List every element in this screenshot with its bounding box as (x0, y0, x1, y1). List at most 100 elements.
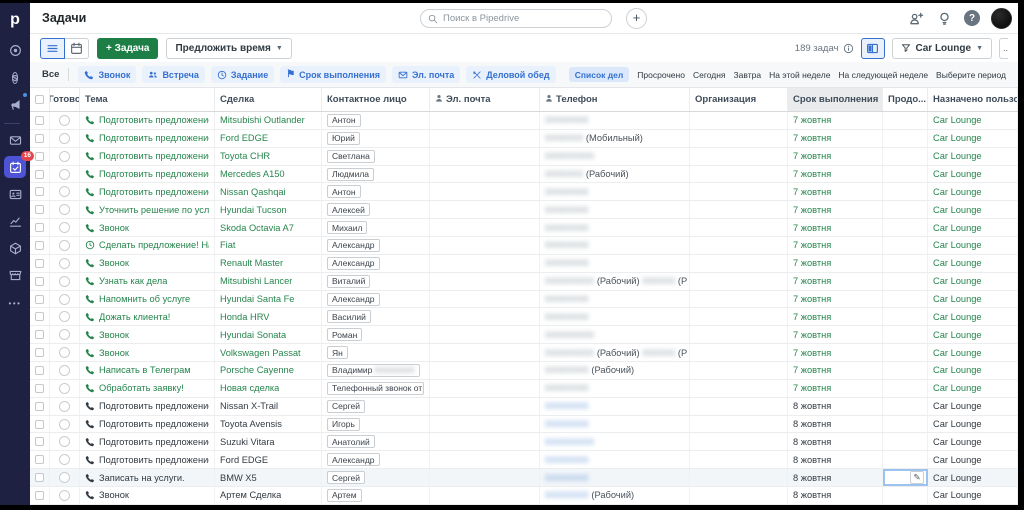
deal-link[interactable]: Mitsubishi Outlander (220, 115, 305, 125)
task-subject-link[interactable]: Подготовить предложение... (99, 169, 209, 179)
mark-done-button[interactable] (59, 364, 70, 376)
row-checkbox[interactable] (35, 205, 44, 215)
task-subject-link[interactable]: Подготовить предложение... (99, 455, 209, 465)
deal-link[interactable]: Porsche Cayenne (220, 365, 294, 375)
contact-chip[interactable]: Владимир 00000000 (327, 363, 420, 377)
time-filter-3[interactable]: Завтра (734, 70, 762, 80)
deal-link[interactable]: Honda HRV (220, 312, 269, 322)
row-checkbox[interactable] (35, 169, 44, 179)
deal-link[interactable]: Toyota Avensis (220, 419, 282, 429)
contact-chip[interactable]: Сергей (327, 399, 365, 413)
deal-link[interactable]: Hyundai Tucson (220, 205, 287, 215)
mark-done-button[interactable] (59, 150, 70, 162)
contact-chip[interactable]: Александр (327, 238, 380, 252)
type-chip-3[interactable]: ⚑ Срок выполнения (280, 66, 386, 83)
contact-chip[interactable]: Анатолий (327, 435, 375, 449)
header-org[interactable]: Организация (690, 88, 788, 111)
time-filter-4[interactable]: На этой неделе (769, 70, 830, 80)
deal-link[interactable]: Hyundai Sonata (220, 330, 286, 340)
phone-number-masked[interactable]: 00000000 (545, 490, 589, 500)
header-contact[interactable]: Контактное лицо (322, 88, 430, 111)
phone-number-masked[interactable]: 000000 (640, 276, 676, 286)
deal-link[interactable]: Новая сделка (220, 383, 279, 393)
choose-columns-button[interactable] (860, 37, 885, 59)
mark-done-button[interactable] (59, 329, 70, 341)
mark-done-button[interactable] (59, 204, 70, 216)
mark-done-button[interactable] (59, 114, 70, 126)
contact-chip[interactable]: Александр (327, 292, 380, 306)
calendar-view-button[interactable] (64, 37, 89, 59)
phone-number-masked[interactable]: 00000000 (545, 455, 589, 465)
header-email[interactable]: Эл. почта (430, 88, 540, 111)
task-subject-link[interactable]: Звонок (99, 348, 129, 358)
row-checkbox[interactable] (35, 276, 44, 286)
type-chip-1[interactable]: Встреча (142, 66, 205, 83)
info-icon[interactable] (843, 43, 854, 54)
propose-time-dropdown[interactable]: Предложить время ▼ (166, 37, 292, 59)
mark-done-button[interactable] (59, 400, 70, 412)
mark-done-button[interactable] (59, 436, 70, 448)
row-checkbox[interactable] (35, 151, 44, 161)
time-filter-0[interactable]: Список дел (568, 67, 630, 82)
header-subject[interactable]: Тема (80, 88, 215, 111)
row-checkbox[interactable] (35, 187, 44, 197)
row-checkbox[interactable] (35, 240, 44, 250)
contact-chip[interactable]: Алексей (327, 203, 370, 217)
contact-chip[interactable]: Артем (327, 488, 362, 502)
mark-done-button[interactable] (59, 311, 70, 323)
deal-link[interactable]: Ford EDGE (220, 455, 268, 465)
contact-chip[interactable]: Антон (327, 185, 361, 199)
phone-number-masked[interactable]: 000000000 (545, 330, 594, 340)
contact-chip[interactable]: Юрий (327, 131, 360, 145)
header-deal[interactable]: Сделка (215, 88, 322, 111)
pencil-icon[interactable]: ✎ (910, 471, 924, 485)
time-filter-6[interactable]: Выберите период (936, 70, 1006, 80)
row-checkbox[interactable] (35, 437, 44, 447)
type-chip-4[interactable]: Эл. почта (391, 66, 461, 83)
phone-number-masked[interactable]: 00000000 (545, 258, 589, 268)
contact-chip[interactable]: Игорь (327, 417, 360, 431)
header-due[interactable]: Срок выполнения▲ (788, 88, 883, 111)
header-done[interactable]: Готово (50, 88, 80, 111)
phone-number-masked[interactable]: 000000000 (545, 437, 594, 447)
mark-done-button[interactable] (59, 454, 70, 466)
task-subject-link[interactable]: Подготовить предложение... (99, 133, 209, 143)
task-subject-link[interactable]: Записать на услуги. (99, 473, 185, 483)
phone-number-masked[interactable]: 000000000 (545, 151, 594, 161)
phone-number-masked[interactable]: 00000000 (545, 312, 589, 322)
time-filter-5[interactable]: На следующей неделе (838, 70, 928, 80)
mark-done-button[interactable] (59, 132, 70, 144)
mark-done-button[interactable] (59, 239, 70, 251)
row-checkbox[interactable] (35, 473, 44, 483)
header-select[interactable] (30, 88, 50, 111)
phone-number-masked[interactable]: 000000000 (545, 348, 594, 358)
row-checkbox[interactable] (35, 133, 44, 143)
mark-done-button[interactable] (59, 418, 70, 430)
type-chip-2[interactable]: Задание (210, 66, 275, 83)
phone-number-masked[interactable]: 00000000 (545, 187, 589, 197)
deal-link[interactable]: Ford EDGE (220, 133, 268, 143)
row-checkbox[interactable] (35, 490, 44, 500)
list-view-button[interactable] (40, 37, 65, 59)
phone-number-masked[interactable]: 00000000 (545, 205, 589, 215)
phone-number-masked[interactable]: 000000 (640, 348, 676, 358)
sidebar-item-marketplace[interactable] (4, 264, 26, 286)
contact-chip[interactable]: Антон (327, 113, 361, 127)
deal-link[interactable]: Fiat (220, 240, 236, 250)
task-subject-link[interactable]: Подготовить предложение... (99, 151, 209, 161)
contact-chip[interactable]: Александр (327, 453, 380, 467)
task-subject-link[interactable]: Узнать как дела (99, 276, 167, 286)
sidebar-item-insights[interactable] (4, 210, 26, 232)
sidebar-item-more[interactable]: ••• (4, 291, 26, 313)
sidebar-item-dollar[interactable]: $ (4, 66, 26, 88)
more-actions-button[interactable]: ... (999, 37, 1008, 59)
mark-done-button[interactable] (59, 489, 70, 501)
deal-link[interactable]: BMW X5 (220, 473, 257, 483)
deal-link[interactable]: Renault Master (220, 258, 283, 268)
deal-link[interactable]: Hyundai Santa Fe (220, 294, 294, 304)
contact-chip[interactable]: Светлана (327, 149, 375, 163)
row-checkbox[interactable] (35, 455, 44, 465)
duration-cell-editing[interactable]: ✎ (883, 469, 928, 487)
task-subject-link[interactable]: Напомнить об услуге (99, 294, 190, 304)
sidebar-item-target[interactable] (4, 39, 26, 61)
